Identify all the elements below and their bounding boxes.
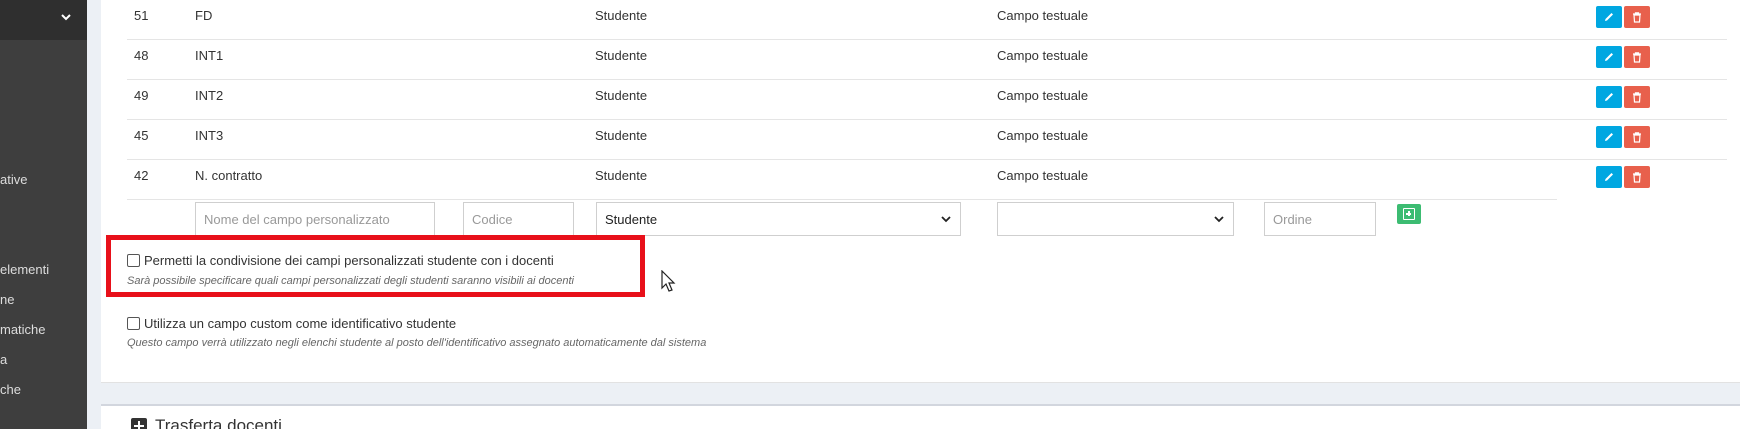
section-title: Trasferta docenti [155, 416, 282, 429]
sidebar-toggle[interactable] [0, 0, 87, 40]
pencil-icon [1605, 173, 1613, 181]
delete-button[interactable] [1624, 166, 1650, 188]
pencil-icon [1605, 53, 1613, 61]
row-id: 51 [134, 8, 149, 23]
trash-icon [1633, 172, 1641, 183]
field-kind-select[interactable] [997, 202, 1234, 236]
table-row: 42 N. contratto Studente Campo testuale [127, 160, 1650, 200]
pencil-icon [1605, 133, 1613, 141]
row-id: 49 [134, 88, 149, 103]
row-name: INT2 [195, 88, 224, 103]
trash-icon [1633, 92, 1641, 103]
row-kind: Campo testuale [997, 168, 1089, 183]
row-name: FD [195, 8, 213, 23]
field-name-input[interactable]: Nome del campo personalizzato [195, 202, 435, 236]
sidebar-item[interactable]: elementi [0, 262, 49, 277]
sidebar-item[interactable]: ne [0, 292, 14, 307]
row-type: Studente [595, 8, 648, 23]
delete-button[interactable] [1624, 86, 1650, 108]
highlight-box [106, 235, 645, 297]
row-kind: Campo testuale [997, 128, 1089, 143]
row-type: Studente [595, 128, 648, 143]
row-name: N. contratto [195, 168, 263, 183]
row-id: 48 [134, 48, 149, 63]
sidebar-item[interactable]: matiche [0, 322, 46, 337]
section-trasferta-docenti[interactable]: Trasferta docenti [101, 404, 1740, 429]
add-field-button[interactable] [1397, 204, 1421, 224]
trash-icon [1633, 132, 1641, 143]
row-kind: Campo testuale [997, 8, 1089, 23]
table-row: 48 INT1 Studente Campo testuale [127, 40, 1727, 80]
field-type-value: Studente [605, 211, 658, 227]
edit-button[interactable] [1596, 6, 1622, 28]
table-row: 45 INT3 Studente Campo testuale [127, 120, 1727, 160]
row-id: 42 [134, 168, 149, 183]
row-kind: Campo testuale [997, 88, 1089, 103]
table-row: 51 FD Studente Campo testuale [127, 0, 1727, 40]
custom-id-checkbox[interactable] [127, 317, 140, 330]
row-type: Studente [595, 88, 648, 103]
row-kind: Campo testuale [997, 48, 1089, 63]
custom-id-help: Questo campo verrà utilizzato negli elen… [127, 337, 707, 349]
field-code-input[interactable]: Codice [463, 202, 574, 236]
table-row: 49 INT2 Studente Campo testuale [127, 80, 1727, 120]
sidebar-item[interactable]: a [0, 352, 7, 367]
pencil-icon [1605, 93, 1613, 101]
chevron-down-icon [61, 14, 71, 21]
row-type: Studente [595, 48, 648, 63]
delete-button[interactable] [1624, 46, 1650, 68]
sidebar: ative elementi ne matiche a che [0, 0, 87, 429]
custom-id-option[interactable]: Utilizza un campo custom come identifica… [127, 316, 456, 331]
row-name: INT1 [195, 48, 224, 63]
mouse-cursor-icon [661, 270, 676, 292]
row-name: INT3 [195, 128, 224, 143]
field-order-input[interactable]: Ordine [1264, 202, 1376, 236]
delete-button[interactable] [1624, 6, 1650, 28]
chevron-down-icon [1214, 216, 1224, 223]
plus-square-icon [1403, 208, 1415, 220]
trash-icon [1633, 52, 1641, 63]
row-type: Studente [595, 168, 648, 183]
edit-button[interactable] [1596, 86, 1622, 108]
expand-icon[interactable] [131, 418, 147, 429]
custom-id-label: Utilizza un campo custom come identifica… [144, 316, 457, 331]
edit-button[interactable] [1596, 166, 1622, 188]
chevron-down-icon [941, 216, 951, 223]
trash-icon [1633, 12, 1641, 23]
field-type-select[interactable]: Studente [596, 202, 961, 236]
edit-button[interactable] [1596, 46, 1622, 68]
edit-button[interactable] [1596, 126, 1622, 148]
sidebar-item[interactable]: che [0, 382, 21, 397]
pencil-icon [1605, 13, 1613, 21]
delete-button[interactable] [1624, 126, 1650, 148]
sidebar-item[interactable]: ative [0, 172, 27, 187]
row-id: 45 [134, 128, 149, 143]
